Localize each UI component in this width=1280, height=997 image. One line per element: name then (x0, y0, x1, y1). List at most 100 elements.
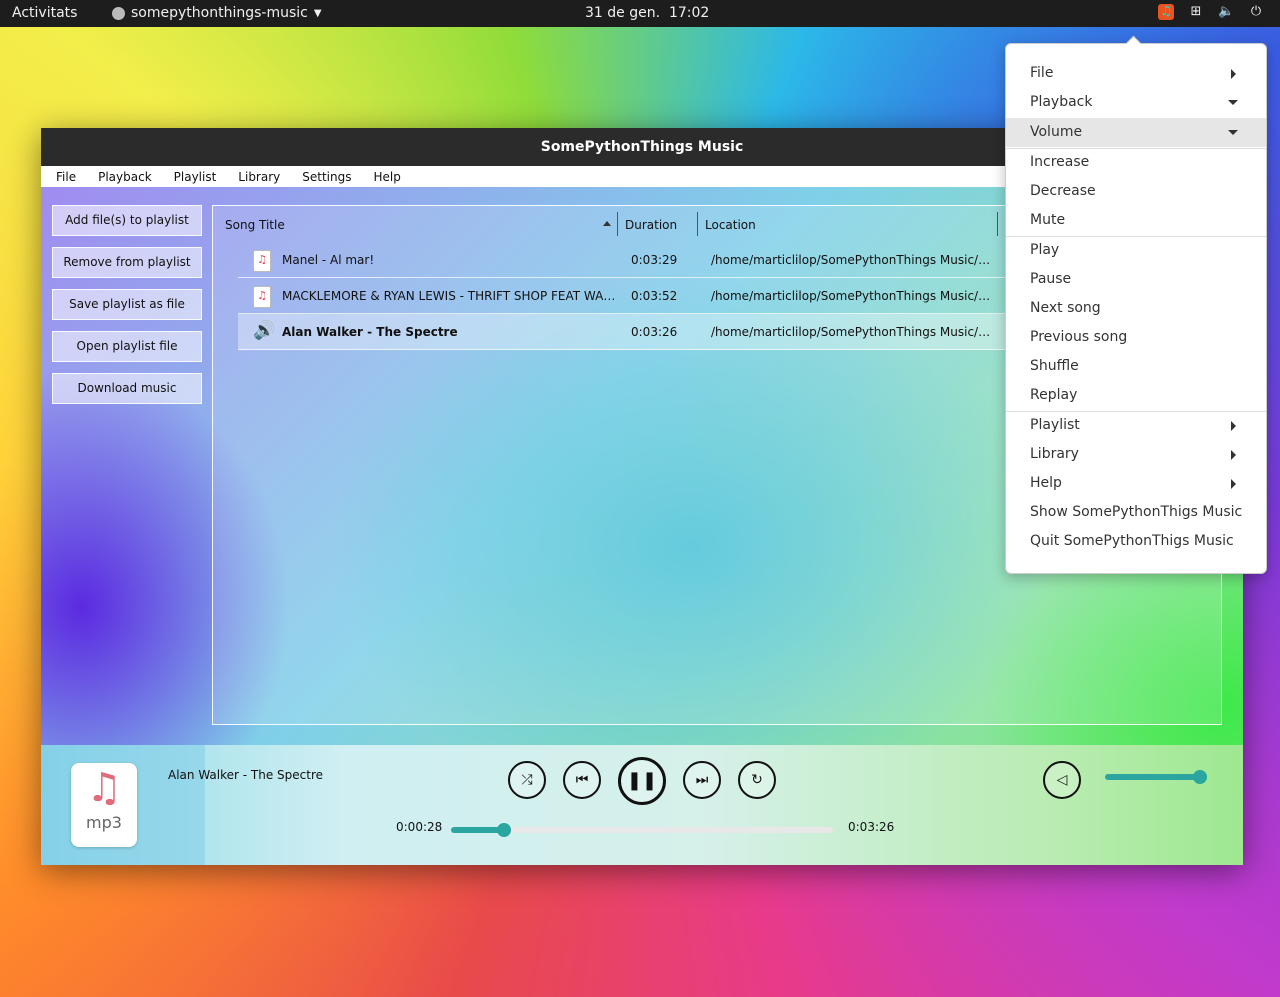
volume-handle[interactable] (1193, 770, 1207, 784)
shuffle-icon: ⤮ (521, 772, 533, 788)
menu-label: Help (1030, 475, 1062, 491)
music-note-icon: ♫ (86, 765, 122, 811)
menu-settings[interactable]: Settings (302, 170, 351, 184)
menu-label: Library (1030, 446, 1079, 462)
tray-menu-next-song[interactable]: Next song (1006, 294, 1266, 323)
shuffle-button[interactable]: ⤮ (508, 761, 546, 799)
pause-icon: ❚❚ (626, 770, 658, 791)
chevron-right-icon (1231, 69, 1236, 79)
tray-menu-playlist[interactable]: Playlist (1006, 411, 1266, 440)
column-divider[interactable] (997, 212, 998, 236)
speaker-icon: ◁ (1056, 772, 1068, 788)
column-divider[interactable] (617, 212, 618, 236)
elapsed-time: 0:00:28 (396, 820, 443, 834)
next-button[interactable]: ⏭ (683, 761, 721, 799)
table-row[interactable]: ♫ MACKLEMORE & RYAN LEWIS - THRIFT SHOP … (238, 278, 1013, 314)
tray-menu-pause[interactable]: Pause (1006, 265, 1266, 294)
menu-file[interactable]: File (56, 170, 76, 184)
menu-playlist[interactable]: Playlist (174, 170, 217, 184)
tray-menu-help[interactable]: Help (1006, 469, 1266, 498)
menu-pointer (1125, 35, 1142, 52)
volume-slider[interactable] (1105, 770, 1207, 784)
table-row[interactable]: ♫ Manel - Al mar! 0:03:29 /home/marticli… (238, 242, 1013, 278)
menu-label: Replay (1030, 387, 1078, 403)
clock[interactable]: 31 de gen. 17:02 (585, 5, 709, 21)
column-song-title[interactable]: Song Title (225, 218, 285, 232)
song-duration: 0:03:52 (631, 289, 678, 303)
menu-label: Playback (1030, 94, 1093, 110)
file-type-label: mp3 (86, 813, 122, 832)
pause-button[interactable]: ❚❚ (618, 757, 666, 805)
top-bar: Activitats somepythonthings-music ▼ 31 d… (0, 0, 1280, 27)
music-file-icon: ♫ (253, 250, 271, 272)
chevron-right-icon (1231, 450, 1236, 460)
music-file-icon: ♫ (253, 286, 271, 308)
tray-menu: File Playback Volume Increase Decrease M… (1005, 35, 1267, 574)
total-time: 0:03:26 (848, 820, 895, 834)
previous-button[interactable]: ⏮ (563, 761, 601, 799)
system-tray: ♫ ⊞ 🔈 ⏻ (1158, 4, 1264, 20)
table-row-playing[interactable]: 🔊 Alan Walker - The Spectre 0:03:26 /hom… (238, 314, 1013, 350)
sort-ascending-icon (603, 221, 611, 226)
song-location: /home/marticlilop/SomePythonThings Music… (711, 325, 993, 339)
chevron-right-icon (1231, 479, 1236, 489)
tray-menu-shuffle[interactable]: Shuffle (1006, 352, 1266, 381)
song-duration: 0:03:29 (631, 253, 678, 267)
remove-from-playlist-button[interactable]: Remove from playlist (52, 247, 202, 278)
tray-menu-volume[interactable]: Volume (1006, 118, 1266, 147)
song-title: Alan Walker - The Spectre (282, 325, 458, 339)
replay-button[interactable]: ↻ (738, 761, 776, 799)
menu-playback[interactable]: Playback (98, 170, 152, 184)
tray-menu-show[interactable]: Show SomePythonThigs Music (1006, 498, 1266, 527)
music-tray-icon[interactable]: ♫ (1158, 4, 1174, 20)
network-icon[interactable]: ⊞ (1188, 4, 1204, 20)
chevron-down-icon: ▼ (313, 7, 322, 19)
column-duration[interactable]: Duration (625, 218, 677, 232)
menu-label: Shuffle (1030, 358, 1079, 374)
menu-library[interactable]: Library (238, 170, 280, 184)
song-duration: 0:03:26 (631, 325, 678, 339)
menu-label: Playlist (1030, 417, 1080, 433)
column-divider[interactable] (697, 212, 698, 236)
column-location[interactable]: Location (705, 218, 756, 232)
activities-button[interactable]: Activitats (12, 5, 77, 21)
chevron-right-icon (1231, 421, 1236, 431)
menu-label: File (1030, 65, 1054, 81)
tray-menu-playback[interactable]: Playback (1006, 88, 1266, 117)
menu-label: Show SomePythonThigs Music (1030, 504, 1243, 520)
clock-time: 17:02 (668, 5, 710, 21)
menu-label: Volume (1030, 124, 1083, 140)
progress-slider[interactable] (451, 823, 833, 837)
menu-label: Play (1030, 242, 1060, 258)
download-music-button[interactable]: Download music (52, 373, 202, 404)
now-playing-title: Alan Walker - The Spectre (168, 768, 324, 782)
previous-icon: ⏮ (575, 772, 589, 788)
mute-button[interactable]: ◁ (1043, 761, 1081, 799)
tray-menu-mute[interactable]: Mute (1006, 206, 1266, 235)
menu-help[interactable]: Help (373, 170, 400, 184)
playlist-actions: Add file(s) to playlist Remove from play… (52, 205, 202, 415)
volume-icon[interactable]: 🔈 (1218, 4, 1234, 20)
tray-menu-previous-song[interactable]: Previous song (1006, 323, 1266, 352)
power-icon[interactable]: ⏻ (1248, 4, 1264, 20)
menu-label: Previous song (1030, 329, 1128, 345)
open-playlist-button[interactable]: Open playlist file (52, 331, 202, 362)
tray-menu-quit[interactable]: Quit SomePythonThigs Music (1006, 527, 1266, 556)
tray-menu-play[interactable]: Play (1006, 236, 1266, 265)
tray-menu-increase[interactable]: Increase (1006, 148, 1266, 177)
tray-menu-library[interactable]: Library (1006, 440, 1266, 469)
speaker-playing-icon: 🔊 (253, 320, 276, 341)
add-files-button[interactable]: Add file(s) to playlist (52, 205, 202, 236)
app-menu-label: somepythonthings-music (131, 5, 308, 21)
save-playlist-button[interactable]: Save playlist as file (52, 289, 202, 320)
song-location: /home/marticlilop/SomePythonThings Music… (711, 289, 993, 303)
player-bar: ♫ mp3 Alan Walker - The Spectre ⤮ ⏮ ❚❚ ⏭… (41, 745, 1243, 865)
next-icon: ⏭ (695, 772, 709, 788)
tray-menu-decrease[interactable]: Decrease (1006, 177, 1266, 206)
app-menu-button[interactable]: somepythonthings-music ▼ (112, 5, 322, 21)
tray-menu-replay[interactable]: Replay (1006, 381, 1266, 410)
app-icon (112, 6, 125, 20)
album-cover: ♫ mp3 (71, 763, 137, 847)
progress-handle[interactable] (497, 823, 512, 837)
tray-menu-file[interactable]: File (1006, 59, 1266, 88)
